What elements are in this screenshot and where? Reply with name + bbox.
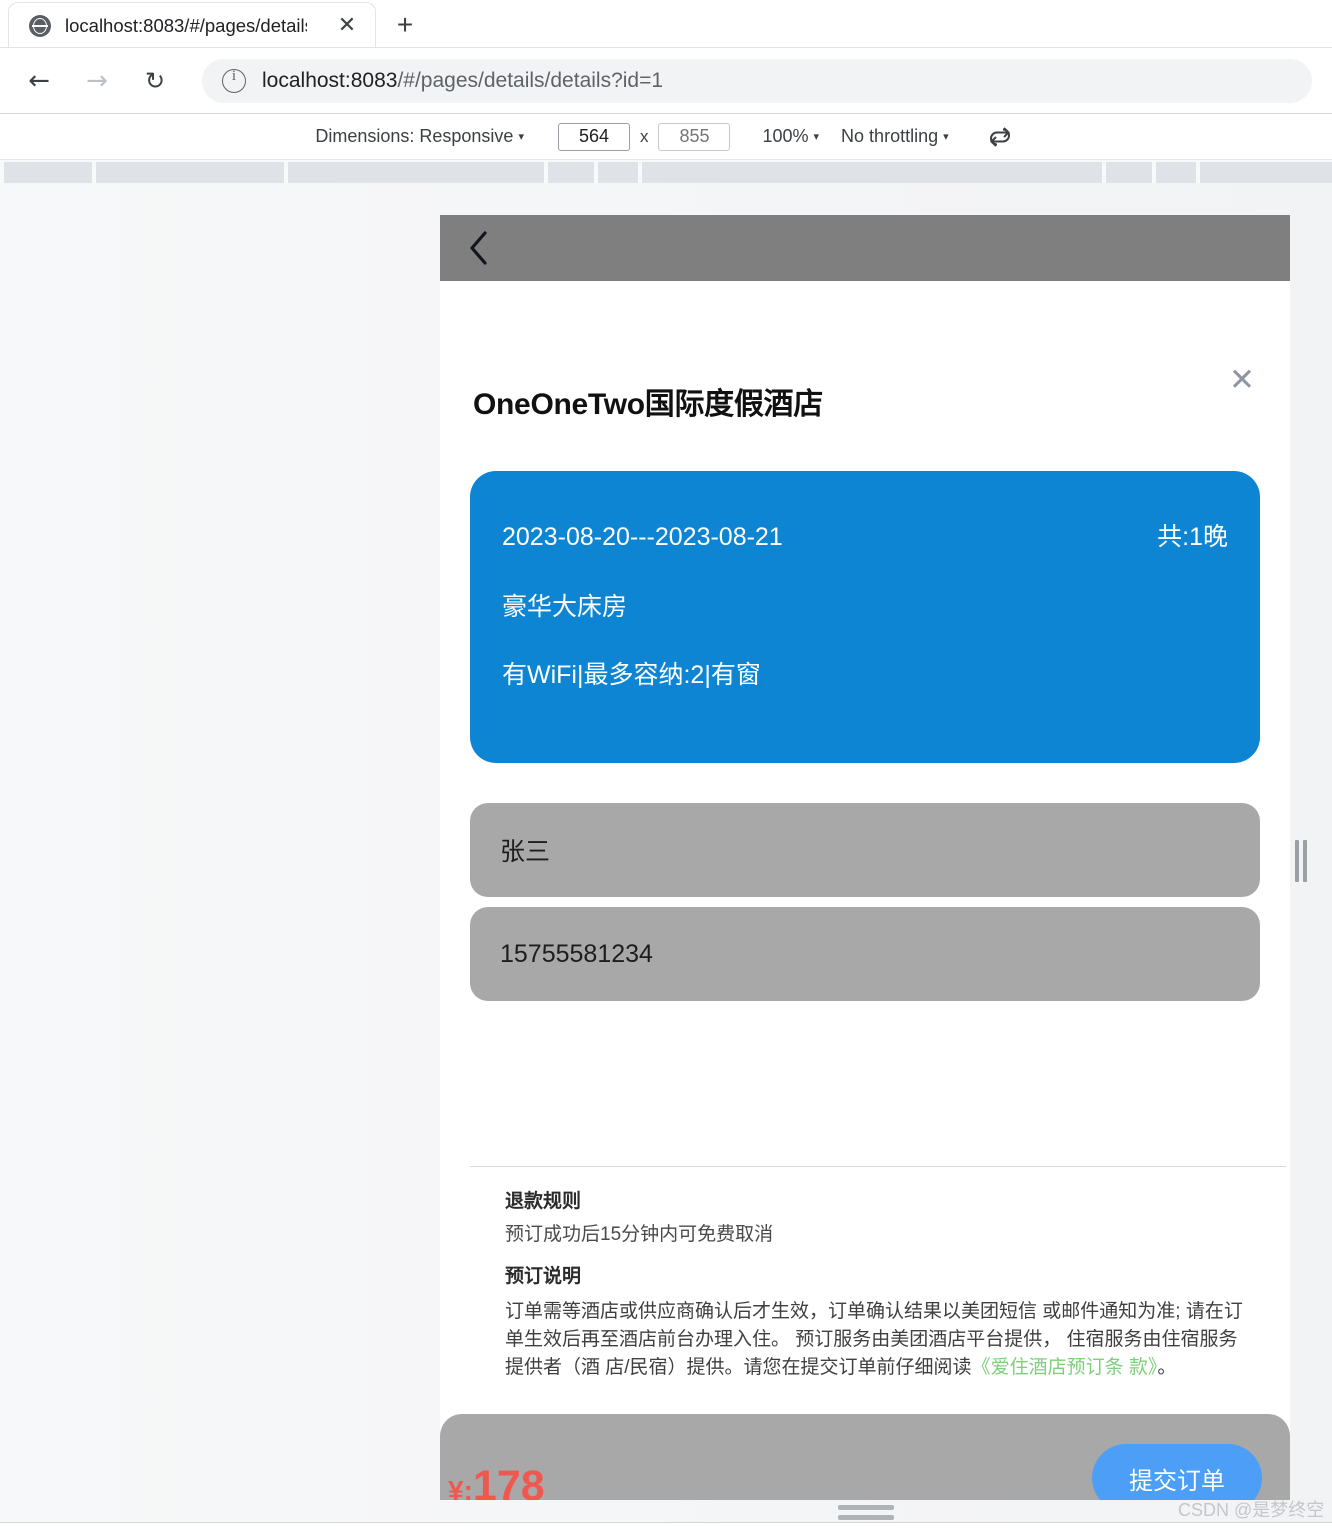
panel-tab-placeholder	[288, 162, 544, 183]
refund-rules-text: 预订成功后15分钟内可免费取消	[505, 1224, 774, 1245]
dimension-separator: x	[639, 126, 649, 146]
room-type: 豪华大床房	[502, 593, 628, 621]
booking-notice-heading: 预订说明	[505, 1265, 582, 1287]
panel-tab-placeholder	[598, 162, 638, 183]
app-header	[440, 215, 1290, 281]
bottom-action-bar: ¥: 178 提交订单	[440, 1414, 1290, 1500]
room-features: 有WiFi|最多容纳:2|有窗	[502, 661, 761, 689]
back-icon[interactable]: ←	[22, 64, 56, 98]
resize-vertical-handle-icon[interactable]	[838, 1505, 894, 1521]
panel-tab-placeholder	[1156, 162, 1196, 183]
info-circle-icon[interactable]	[222, 68, 246, 93]
tab-title: localhost:8083/#/pages/details	[65, 14, 307, 36]
currency-symbol: ¥:	[448, 1475, 473, 1500]
panel-tab-placeholder	[1200, 162, 1332, 183]
globe-icon	[29, 14, 51, 37]
watermark: CSDN @是梦终空	[1178, 1500, 1325, 1520]
throttling-dropdown[interactable]: No throttling ▾	[841, 126, 949, 147]
resize-handle-bar	[838, 1505, 894, 1510]
dimensions-label: Dimensions: Responsive	[315, 126, 514, 146]
panel-tab-placeholder	[4, 162, 92, 183]
resize-handle-bar	[1295, 840, 1299, 882]
browser-chrome: localhost:8083/#/pages/details ✕ + ← → ↻…	[0, 0, 1332, 113]
chevron-down-icon: ▾	[518, 130, 524, 143]
devtools-device-toolbar: Dimensions: Responsive ▾ x 100% ▾ No thr…	[0, 113, 1332, 159]
address-bar[interactable]: localhost:8083/#/pages/details/details?i…	[202, 58, 1312, 103]
new-tab-button[interactable]: +	[390, 10, 420, 40]
refund-rules-heading: 退款规则	[505, 1191, 582, 1212]
zoom-dropdown[interactable]: 100% ▾	[762, 126, 819, 147]
viewport-width-input[interactable]	[557, 122, 630, 151]
page-title: OneOneTwo国际度假酒店	[473, 388, 823, 421]
guest-name-input[interactable]	[470, 803, 1260, 897]
panel-tab-placeholder	[548, 162, 594, 183]
terms-link[interactable]: 《爱住酒店预订条 款》	[972, 1357, 1158, 1378]
rules-section: 退款规则 预订成功后15分钟内可免费取消 预订说明 订单需等酒店或供应商确认后才…	[470, 1166, 1286, 1382]
chevron-down-icon: ▾	[943, 130, 949, 143]
booking-notice-end: 。	[1157, 1356, 1177, 1378]
booking-nights: 共:1晚	[1157, 523, 1228, 551]
submit-order-button[interactable]: 提交订单	[1092, 1444, 1262, 1500]
rotate-device-icon[interactable]	[983, 120, 1017, 154]
browser-tab[interactable]: localhost:8083/#/pages/details ✕	[8, 2, 376, 48]
guest-phone-input[interactable]	[470, 907, 1260, 1001]
url-host: localhost:8083	[262, 68, 398, 92]
device-viewport: OneOneTwo国际度假酒店 ✕ 2023-08-20---2023-08-2…	[440, 215, 1290, 1500]
tab-close-icon[interactable]: ✕	[335, 14, 359, 38]
address-bar-url: localhost:8083/#/pages/details/details?i…	[262, 69, 663, 93]
total-price: ¥: 178	[448, 1462, 545, 1500]
chevron-down-icon: ▾	[813, 130, 820, 143]
dimensions-dropdown[interactable]: Dimensions: Responsive ▾	[315, 126, 524, 147]
app-body: OneOneTwo国际度假酒店 ✕ 2023-08-20---2023-08-2…	[440, 281, 1290, 1500]
panel-tab-placeholder	[96, 162, 284, 183]
reload-icon[interactable]: ↻	[138, 64, 172, 98]
panel-tab-placeholder	[1106, 162, 1152, 183]
tab-strip: localhost:8083/#/pages/details ✕ +	[0, 0, 1332, 48]
resize-handle-icon[interactable]	[1294, 840, 1308, 882]
booking-dates: 2023-08-20---2023-08-21	[502, 523, 783, 551]
panel-tab-placeholder	[642, 162, 1102, 183]
booking-summary-card: 2023-08-20---2023-08-21 共:1晚 豪华大床房 有WiFi…	[470, 471, 1260, 763]
browser-toolbar: ← → ↻ localhost:8083/#/pages/details/det…	[0, 48, 1332, 113]
url-path: /#/pages/details/details?id=1	[397, 68, 664, 92]
booking-notice-text: 订单需等酒店或供应商确认后才生效，订单确认结果以美团短信 或邮件通知为准; 请在…	[505, 1298, 1245, 1382]
window-bottom-edge	[0, 1522, 1332, 1530]
viewport-height-input[interactable]	[658, 122, 731, 151]
devtools-panel-tabs	[0, 159, 1332, 183]
booking-dates-row: 2023-08-20---2023-08-21 共:1晚	[502, 517, 1228, 553]
throttling-label: No throttling	[841, 126, 939, 146]
chevron-left-icon[interactable]	[456, 225, 502, 271]
price-value: 178	[472, 1462, 545, 1500]
forward-icon[interactable]: →	[80, 64, 114, 98]
resize-handle-bar	[1303, 840, 1307, 882]
zoom-label: 100%	[762, 126, 809, 146]
close-icon[interactable]: ✕	[1225, 363, 1259, 397]
resize-handle-bar	[838, 1515, 894, 1520]
